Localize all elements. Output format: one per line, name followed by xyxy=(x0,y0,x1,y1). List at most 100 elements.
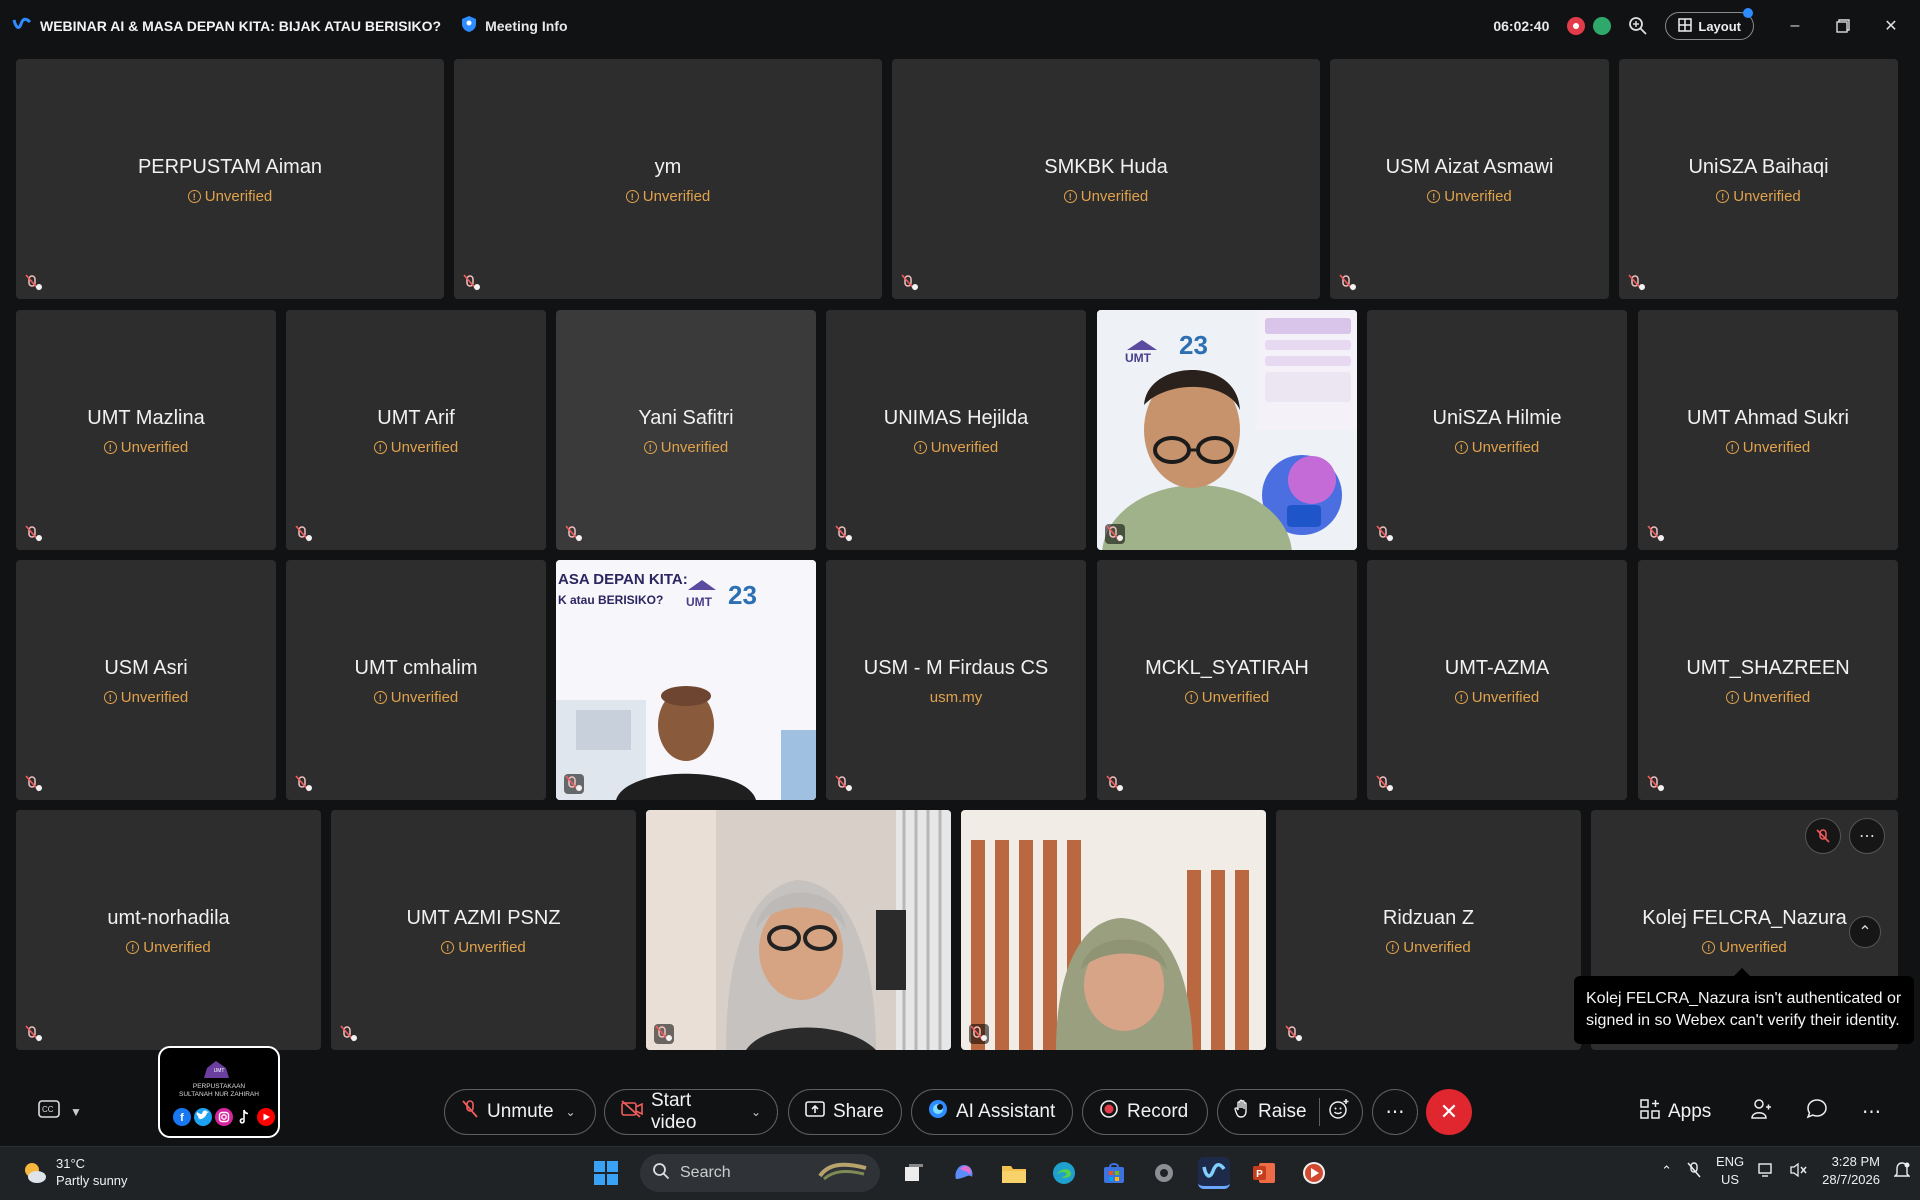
chat-icon xyxy=(1806,1098,1828,1126)
participant-video-tile[interactable]: ASA DEPAN KITA: K atau BERISIKO? UMT 23 xyxy=(556,560,816,800)
muted-mic-icon xyxy=(834,774,854,794)
taskbar: 31°C Partly sunny Search P ⌃ ENG US 3:28… xyxy=(0,1146,1920,1200)
participant-tile[interactable]: UniSZA Hilmie ! Unverified xyxy=(1367,310,1627,550)
library-logo: UMT PERPUSTAKAAN SULTANAH NUR ZAHIRAH f xyxy=(173,1061,275,1126)
participant-tile[interactable]: Yani Safitri ! Unverified xyxy=(556,310,816,550)
participant-tile[interactable]: USM - M Firdaus CS usm.my xyxy=(826,560,1086,800)
participant-tile[interactable]: USM Asri ! Unverified xyxy=(16,560,276,800)
chevron-down-icon: ▼ xyxy=(70,1104,82,1119)
zoom-icon[interactable] xyxy=(1625,13,1651,39)
shield-icon[interactable] xyxy=(461,15,477,38)
participant-name: SMKBK Huda xyxy=(1044,156,1168,178)
more-options-button[interactable]: ⋯ xyxy=(1862,1089,1881,1135)
participant-tile[interactable]: MCKL_SYATIRAH ! Unverified xyxy=(1097,560,1357,800)
captions-button[interactable]: CC ▼ xyxy=(38,1100,82,1123)
muted-mic-icon xyxy=(24,273,44,293)
language-indicator[interactable]: ENG US xyxy=(1716,1153,1744,1189)
scroll-up-button[interactable]: ⌃ xyxy=(1849,916,1881,948)
participant-tile[interactable]: PERPUSTAM Aiman ! Unverified xyxy=(16,59,444,299)
settings-icon[interactable] xyxy=(1148,1157,1180,1189)
weather-widget[interactable]: 31°C Partly sunny xyxy=(20,1155,128,1189)
svg-text:CC: CC xyxy=(42,1105,54,1114)
chevron-down-icon[interactable]: ⌄ xyxy=(566,1105,576,1119)
ai-assistant-button[interactable]: AI Assistant xyxy=(911,1089,1073,1135)
participant-tile[interactable]: Ridzuan Z ! Unverified xyxy=(1276,810,1581,1050)
participants-button[interactable] xyxy=(1750,1089,1772,1135)
participant-tile[interactable]: ym ! Unverified xyxy=(454,59,882,299)
meeting-info-link[interactable]: Meeting Info xyxy=(485,18,567,34)
muted-mic-icon xyxy=(1816,829,1830,843)
participant-name: MCKL_SYATIRAH xyxy=(1145,657,1309,679)
restore-icon[interactable] xyxy=(1828,11,1858,41)
participant-tile[interactable]: SMKBK Huda ! Unverified xyxy=(892,59,1320,299)
powerpoint-icon[interactable]: P xyxy=(1248,1157,1280,1189)
verification-status: ! Unverified xyxy=(1367,439,1627,456)
start-button[interactable] xyxy=(590,1157,622,1189)
search-highlight-icon xyxy=(818,1160,868,1187)
system-clock[interactable]: 3:28 PM 28/7/2026 xyxy=(1822,1153,1880,1189)
raise-hand-button[interactable]: Raise xyxy=(1217,1089,1363,1135)
file-explorer-icon[interactable] xyxy=(998,1157,1030,1189)
media-player-icon[interactable] xyxy=(1298,1157,1330,1189)
participant-tile[interactable]: USM Aizat Asmawi ! Unverified xyxy=(1330,59,1609,299)
region-code: US xyxy=(1721,1172,1740,1187)
participant-video-tile[interactable] xyxy=(646,810,951,1050)
participant-name: UMT Mazlina xyxy=(87,407,205,429)
participant-name: Yani Safitri xyxy=(638,407,734,429)
participant-tile[interactable]: UNIMAS Hejilda ! Unverified xyxy=(826,310,1086,550)
reactions-icon[interactable] xyxy=(1328,1098,1350,1126)
participant-tile[interactable]: UMT cmhalim ! Unverified xyxy=(286,560,546,800)
participant-name: UMT Ahmad Sukri xyxy=(1687,407,1849,429)
muted-mic-icon xyxy=(24,774,44,794)
participant-tile[interactable]: umt-norhadila ! Unverified xyxy=(16,810,321,1050)
warning-icon: ! xyxy=(1725,441,1739,454)
muted-mic-icon xyxy=(900,273,920,293)
mic-muted-icon[interactable] xyxy=(1686,1161,1702,1182)
recording-indicator-icon[interactable] xyxy=(1567,17,1586,35)
svg-text:UMT: UMT xyxy=(214,1068,225,1074)
network-stats-icon[interactable] xyxy=(1593,17,1612,35)
chat-button[interactable] xyxy=(1806,1089,1828,1135)
close-icon[interactable]: ✕ xyxy=(1876,11,1906,41)
start-video-button[interactable]: Start video ⌄ xyxy=(604,1089,778,1135)
participant-name: UniSZA Baihaqi xyxy=(1688,156,1829,178)
more-button[interactable]: ⋯ xyxy=(1372,1089,1418,1135)
leave-meeting-button[interactable]: ✕ xyxy=(1426,1089,1472,1135)
mute-participant-button[interactable] xyxy=(1805,818,1841,854)
apps-button[interactable]: Apps xyxy=(1640,1089,1711,1135)
participant-video-tile[interactable] xyxy=(961,810,1266,1050)
participant-tile[interactable]: UMT-AZMA ! Unverified xyxy=(1367,560,1627,800)
warning-icon: ! xyxy=(913,441,927,454)
task-view-icon[interactable] xyxy=(898,1157,930,1189)
copilot-icon[interactable] xyxy=(948,1157,980,1189)
unmute-button[interactable]: Unmute ⌄ xyxy=(444,1089,596,1135)
store-icon[interactable] xyxy=(1098,1157,1130,1189)
volume-muted-icon[interactable] xyxy=(1790,1162,1808,1181)
verification-status: ! Unverified xyxy=(16,188,444,205)
participant-video-tile[interactable]: UMT 23 xyxy=(1097,310,1357,550)
webex-app-icon[interactable] xyxy=(1198,1157,1230,1189)
warning-icon: ! xyxy=(1063,190,1077,203)
record-button[interactable]: Record xyxy=(1082,1089,1208,1135)
weather-condition: Partly sunny xyxy=(56,1173,128,1188)
unmute-label: Unmute xyxy=(487,1101,554,1122)
participant-name: UNIMAS Hejilda xyxy=(883,407,1029,429)
chevron-up-icon[interactable]: ⌃ xyxy=(1661,1163,1672,1179)
verification-status: ! Unverified xyxy=(1638,689,1898,706)
participant-tile[interactable]: UMT Arif ! Unverified xyxy=(286,310,546,550)
participant-tile[interactable]: UMT Ahmad Sukri ! Unverified xyxy=(1638,310,1898,550)
network-icon[interactable] xyxy=(1758,1162,1776,1181)
participant-tile[interactable]: UMT_SHAZREEN ! Unverified xyxy=(1638,560,1898,800)
participant-tile[interactable]: UniSZA Baihaqi ! Unverified xyxy=(1619,59,1898,299)
participant-tile[interactable]: UMT AZMI PSNZ ! Unverified xyxy=(331,810,636,1050)
participant-tile[interactable]: UMT Mazlina ! Unverified xyxy=(16,310,276,550)
notification-bell-icon[interactable] xyxy=(1893,1161,1911,1182)
taskbar-search[interactable]: Search xyxy=(640,1154,880,1192)
layout-button[interactable]: Layout xyxy=(1665,8,1754,40)
more-options-button[interactable]: ⋯ xyxy=(1849,818,1885,854)
chevron-down-icon[interactable]: ⌄ xyxy=(751,1105,761,1119)
svg-text:PERPUSTAKAAN: PERPUSTAKAAN xyxy=(193,1083,246,1090)
minimize-icon[interactable]: – xyxy=(1780,11,1810,41)
edge-icon[interactable] xyxy=(1048,1157,1080,1189)
share-button[interactable]: Share xyxy=(788,1089,902,1135)
